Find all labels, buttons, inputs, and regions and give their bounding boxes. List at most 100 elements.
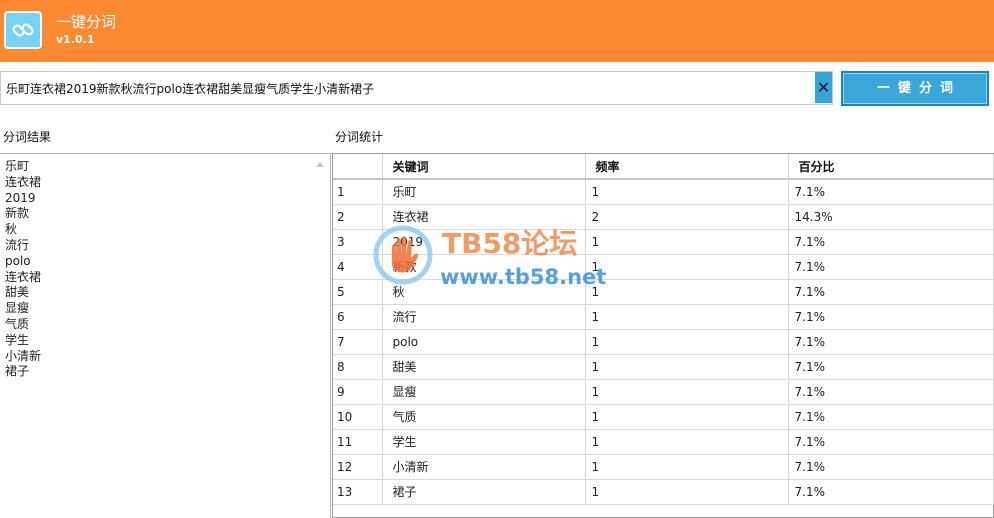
cell-index: 9 xyxy=(333,379,383,405)
cell-index: 2 xyxy=(333,204,383,230)
app-title: 一键分词 xyxy=(56,13,117,31)
table-row[interactable]: 7 polo 1 7.1% xyxy=(333,329,994,355)
list-item[interactable]: polo xyxy=(5,254,330,270)
cell-keyword: 裙子 xyxy=(382,479,586,505)
table-row[interactable]: 8 甜美 1 7.1% xyxy=(333,354,994,380)
cell-percent: 7.1% xyxy=(788,354,994,380)
cell-keyword: 甜美 xyxy=(382,354,586,380)
stats-body: 1 乐町 1 7.1% 2 连衣裙 2 14.3% 3 2019 1 7.1% 4 新款 1 7.1% 5 秋 1 7… xyxy=(333,179,994,505)
cell-index: 10 xyxy=(333,404,383,430)
table-row[interactable]: 2 连衣裙 2 14.3% xyxy=(333,204,994,230)
cell-index: 7 xyxy=(333,329,383,355)
list-item[interactable]: 秋 xyxy=(5,222,330,238)
column-header-percent[interactable]: 百分比 xyxy=(788,154,994,180)
list-item[interactable]: 甜美 xyxy=(5,285,330,301)
cell-percent: 7.1% xyxy=(788,479,994,505)
cell-frequency: 1 xyxy=(585,279,789,305)
cell-index: 13 xyxy=(333,479,383,505)
cell-frequency: 1 xyxy=(585,254,789,280)
cell-keyword: 小清新 xyxy=(382,454,586,480)
cell-percent: 7.1% xyxy=(788,279,994,305)
list-item[interactable]: 学生 xyxy=(5,333,330,349)
table-row[interactable]: 4 新款 1 7.1% xyxy=(333,254,994,280)
cell-keyword: 2019 xyxy=(382,229,586,255)
cell-keyword: 秋 xyxy=(382,279,586,305)
cell-frequency: 2 xyxy=(585,204,789,230)
table-row[interactable]: 11 学生 1 7.1% xyxy=(333,429,994,455)
list-item[interactable]: 乐町 xyxy=(5,159,330,175)
cell-keyword: 学生 xyxy=(382,429,586,455)
link-icon xyxy=(12,23,34,37)
cell-percent: 7.1% xyxy=(788,429,994,455)
table-header-row: 关键词 频率 百分比 xyxy=(333,154,994,180)
cell-index: 12 xyxy=(333,454,383,480)
cell-percent: 7.1% xyxy=(788,379,994,405)
table-row[interactable]: 6 流行 1 7.1% xyxy=(333,304,994,330)
cell-frequency: 1 xyxy=(585,229,789,255)
table-row[interactable]: 10 气质 1 7.1% xyxy=(333,404,994,430)
column-header-frequency[interactable]: 频率 xyxy=(585,154,789,180)
cell-frequency: 1 xyxy=(585,429,789,455)
list-item[interactable]: 气质 xyxy=(5,317,330,333)
table-row[interactable]: 3 2019 1 7.1% xyxy=(333,229,994,255)
cell-percent: 7.1% xyxy=(788,329,994,355)
cell-index: 3 xyxy=(333,229,383,255)
app-logo xyxy=(4,11,42,49)
cell-percent: 7.1% xyxy=(788,254,994,280)
column-header-keyword[interactable]: 关键词 xyxy=(382,154,586,180)
cell-keyword: 气质 xyxy=(382,404,586,430)
cell-index: 11 xyxy=(333,429,383,455)
app-version: v1.0.1 xyxy=(56,33,95,46)
cell-percent: 7.1% xyxy=(788,229,994,255)
cell-percent: 7.1% xyxy=(788,304,994,330)
column-header-index[interactable] xyxy=(333,154,383,180)
table-row[interactable]: 9 显瘦 1 7.1% xyxy=(333,379,994,405)
result-list: 乐町 连衣裙 2019 新款秋流行 polo 连衣裙 甜美 显瘦 气质 学生 小清新 裙子 xyxy=(0,154,330,380)
results-label: 分词结果 xyxy=(3,130,52,144)
cell-index: 5 xyxy=(333,279,383,305)
table-row[interactable]: 13 裙子 1 7.1% xyxy=(333,479,994,505)
cell-frequency: 1 xyxy=(585,404,789,430)
table-row[interactable]: 1 乐町 1 7.1% xyxy=(333,179,994,205)
list-item[interactable]: 显瘦 xyxy=(5,301,330,317)
cell-percent: 14.3% xyxy=(788,204,994,230)
cell-frequency: 1 xyxy=(585,304,789,330)
cell-percent: 7.1% xyxy=(788,454,994,480)
list-item[interactable]: 2019 xyxy=(5,191,330,207)
stats-table: 关键词 频率 百分比 1 乐町 1 7.1% 2 连衣裙 2 14.3% 3 2019 1 7.1% 4… xyxy=(333,154,994,505)
cell-frequency: 1 xyxy=(585,454,789,480)
list-item[interactable]: 小清新 xyxy=(5,349,330,365)
scroll-up-arrow-icon[interactable] xyxy=(316,162,324,167)
cell-keyword: polo xyxy=(382,329,586,355)
cell-frequency: 1 xyxy=(585,329,789,355)
list-item[interactable]: 流行 xyxy=(5,238,330,254)
text-input[interactable] xyxy=(3,73,813,103)
cell-percent: 7.1% xyxy=(788,179,994,205)
table-row[interactable]: 5 秋 1 7.1% xyxy=(333,279,994,305)
text-input-box[interactable] xyxy=(0,71,833,105)
cell-frequency: 1 xyxy=(585,379,789,405)
cell-keyword: 乐町 xyxy=(382,179,586,205)
title-bar: 一键分词 v1.0.1 xyxy=(0,0,994,62)
segment-button[interactable]: 一键分词 xyxy=(841,71,989,106)
cell-frequency: 1 xyxy=(585,354,789,380)
cell-keyword: 显瘦 xyxy=(382,379,586,405)
clear-button[interactable]: ✕ xyxy=(815,72,832,103)
cell-keyword: 流行 xyxy=(382,304,586,330)
list-item[interactable]: 新款 xyxy=(5,206,330,222)
list-item[interactable]: 裙子 xyxy=(5,364,330,380)
list-item[interactable]: 连衣裙 xyxy=(5,175,330,191)
cell-keyword: 新款 xyxy=(382,254,586,280)
cell-frequency: 1 xyxy=(585,479,789,505)
cell-percent: 7.1% xyxy=(788,404,994,430)
cell-keyword: 连衣裙 xyxy=(382,204,586,230)
stats-panel[interactable]: 关键词 频率 百分比 1 乐町 1 7.1% 2 连衣裙 2 14.3% 3 2019 1 7.1% 4… xyxy=(332,153,994,518)
cell-index: 1 xyxy=(333,179,383,205)
cell-index: 8 xyxy=(333,354,383,380)
result-panel[interactable]: 乐町 连衣裙 2019 新款秋流行 polo 连衣裙 甜美 显瘦 气质 学生 小清新 裙子 xyxy=(0,153,331,518)
cell-index: 6 xyxy=(333,304,383,330)
cell-index: 4 xyxy=(333,254,383,280)
table-row[interactable]: 12 小清新 1 7.1% xyxy=(333,454,994,480)
list-item[interactable]: 连衣裙 xyxy=(5,270,330,286)
app-window: 一键分词 v1.0.1 ✕ 一键分词 分词结果 分词统计 乐町连衣裙2019新款… xyxy=(0,0,994,518)
